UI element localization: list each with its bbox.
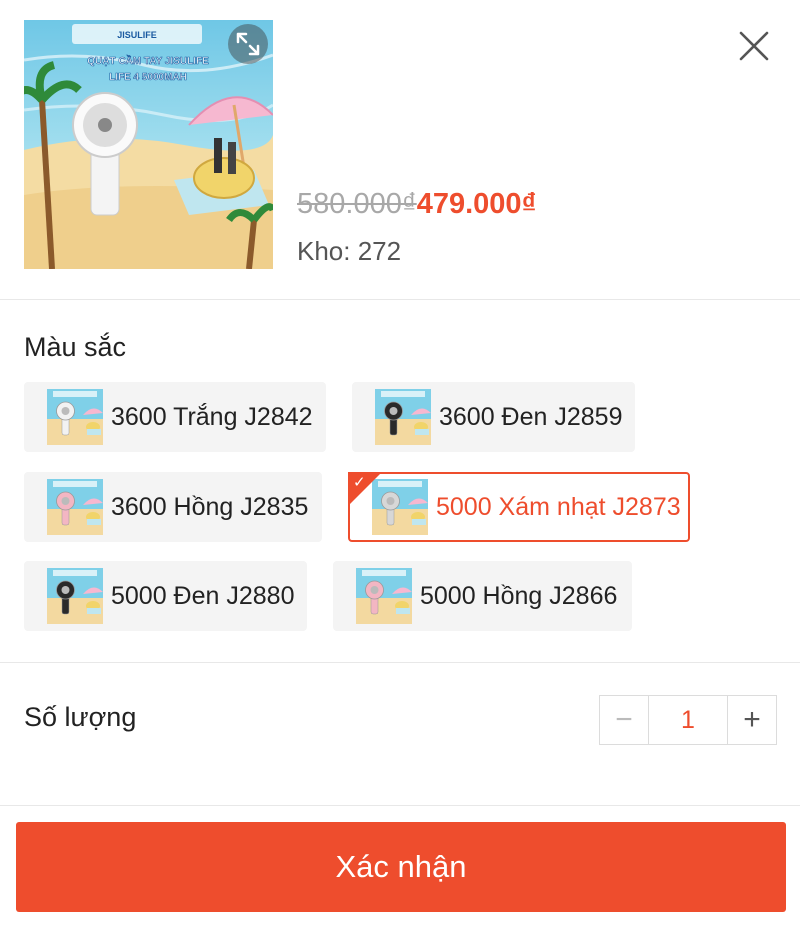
original-price: 580.000₫ [297, 188, 417, 220]
variant-label: 3600 Trắng J2842 [111, 402, 313, 431]
close-icon [739, 31, 769, 61]
variant-option-5000-xam-nhat[interactable]: ✓ 5000 Xám nhạt J2873 [348, 472, 690, 542]
variant-option-5000-den[interactable]: 5000 Đen J2880 [24, 561, 307, 631]
variant-bottom-sheet: JISULIFE QUẠT CẦM TAY JISULIFE LIFE 4 50… [0, 0, 800, 928]
variant-option-3600-hong[interactable]: 3600 Hồng J2835 [24, 472, 322, 542]
divider [0, 805, 800, 806]
variant-label: 5000 Đen J2880 [111, 581, 295, 610]
variant-option-5000-hong[interactable]: 5000 Hồng J2866 [333, 561, 632, 631]
quantity-stepper: − 1 + [599, 695, 777, 745]
variant-option-3600-den[interactable]: 3600 Đen J2859 [352, 382, 635, 452]
variant-thumbnail [375, 389, 431, 445]
variation-title: Màu sắc [24, 332, 127, 362]
decrease-button[interactable]: − [600, 696, 648, 744]
image-title-line1: QUẠT CẦM TAY JISULIFE [87, 54, 209, 67]
variant-thumbnail [47, 389, 103, 445]
divider [0, 662, 800, 663]
check-icon: ✓ [353, 474, 366, 491]
stock-label: Kho: [297, 236, 358, 266]
divider [0, 299, 800, 300]
stock-info: Kho: 272 [297, 236, 401, 267]
quantity-label: Số lượng [24, 702, 137, 732]
confirm-button[interactable]: Xác nhận [16, 822, 786, 912]
expand-image-button[interactable] [228, 24, 268, 64]
variant-thumbnail [47, 479, 103, 535]
close-button[interactable] [734, 26, 774, 66]
sale-price: 479.000₫ [416, 188, 537, 220]
variant-thumbnail [356, 568, 412, 624]
variant-option-3600-trang[interactable]: 3600 Trắng J2842 [24, 382, 326, 452]
variant-label: 3600 Hồng J2835 [111, 492, 309, 521]
quantity-input[interactable]: 1 [648, 696, 728, 744]
variant-label: 5000 Xám nhạt J2873 [436, 492, 681, 521]
price-row: 580.000₫ 479.000₫ [297, 188, 536, 221]
stock-value: 272 [357, 236, 402, 266]
variant-label: 5000 Hồng J2866 [420, 581, 618, 610]
increase-button[interactable]: + [728, 696, 776, 744]
variant-thumbnail [47, 568, 103, 624]
variant-label: 3600 Đen J2859 [439, 402, 623, 431]
image-title-line2: LIFE 4 5000MAH [109, 72, 187, 83]
expand-icon [236, 32, 260, 56]
image-brand-text: JISULIFE [117, 30, 157, 40]
